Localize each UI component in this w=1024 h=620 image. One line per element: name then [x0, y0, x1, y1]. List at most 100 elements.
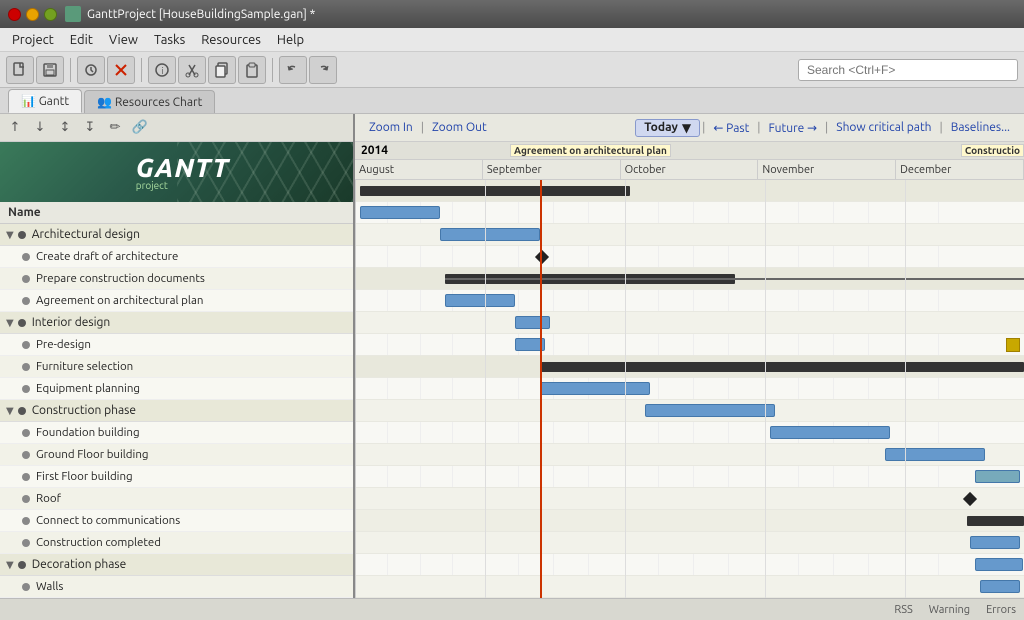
window-title: GanttProject [HouseBuildingSample.gan] *	[87, 8, 315, 21]
task-first-floor[interactable]: First Floor building	[0, 466, 353, 488]
item-bullet	[22, 341, 30, 349]
grid-line	[355, 180, 356, 598]
expand-icon[interactable]: ▼	[6, 405, 14, 417]
search-input[interactable]	[798, 59, 1018, 81]
edit-button[interactable]: ✏	[104, 117, 126, 139]
move-down-button[interactable]: ↓	[29, 117, 51, 139]
menu-help[interactable]: Help	[269, 31, 312, 49]
baselines-button[interactable]: Baselines...	[945, 121, 1016, 134]
group-construction[interactable]: ▼ Construction phase	[0, 400, 353, 422]
outdent-button[interactable]: ↧	[79, 117, 101, 139]
gantt-row-construction-completed	[355, 488, 1024, 510]
gantt-row-equipment	[355, 334, 1024, 356]
status-warning: Warning	[929, 604, 970, 616]
expand-icon[interactable]: ▼	[6, 229, 14, 241]
task-furniture-sel[interactable]: Furniture selection	[0, 356, 353, 378]
logo-area: GANTT project	[0, 142, 353, 202]
task-ground-floor[interactable]: Ground Floor building	[0, 444, 353, 466]
menu-resources[interactable]: Resources	[193, 31, 269, 49]
gantt-bar-roof	[885, 448, 985, 461]
group-label: Interior design	[32, 316, 111, 329]
info-button[interactable]: i	[148, 56, 176, 84]
link-button[interactable]: 🔗	[129, 117, 151, 139]
future-button[interactable]: Future →	[763, 121, 824, 135]
task-label: Foundation building	[36, 426, 140, 439]
paste-button[interactable]	[238, 56, 266, 84]
gantt-row-group-decoration	[355, 510, 1024, 532]
task-label: Walls	[36, 580, 63, 593]
gantt-bar-arch-group	[360, 186, 630, 196]
task-predesign[interactable]: Pre-design	[0, 334, 353, 356]
gantt-bar-first-floor	[770, 426, 890, 439]
gantt-panel: Zoom In | Zoom Out Today ▼ | ← Past | Fu…	[355, 114, 1024, 598]
gantt-row-communications	[355, 466, 1024, 488]
toolbar-sep: |	[419, 121, 426, 134]
save-button[interactable]	[36, 56, 64, 84]
task-equipment[interactable]: Equipment planning	[0, 378, 353, 400]
svg-text:i: i	[162, 66, 164, 76]
item-bullet	[22, 297, 30, 305]
undo-button[interactable]	[279, 56, 307, 84]
left-panel: ↑ ↓ ↕ ↧ ✏ 🔗 GANTT project Name ▼	[0, 114, 355, 598]
status-errors: Errors	[986, 604, 1016, 616]
menu-view[interactable]: View	[101, 31, 146, 49]
month-november: November	[758, 160, 896, 179]
close-button[interactable]	[8, 8, 21, 21]
maximize-button[interactable]	[44, 8, 57, 21]
gantt-row-group-construction	[355, 356, 1024, 378]
minimize-button[interactable]	[26, 8, 39, 21]
gantt-row-family	[355, 576, 1024, 598]
undo-recent-button[interactable]	[77, 56, 105, 84]
task-construction-completed[interactable]: Construction completed	[0, 532, 353, 554]
critical-path-button[interactable]: Show critical path	[830, 121, 937, 134]
task-create-draft[interactable]: Create draft of architecture	[0, 246, 353, 268]
cut-button[interactable]	[178, 56, 206, 84]
move-up-button[interactable]: ↑	[4, 117, 26, 139]
gantt-bar-furniture	[975, 558, 1023, 571]
menu-edit[interactable]: Edit	[62, 31, 101, 49]
zoom-in-button[interactable]: Zoom In	[363, 121, 419, 134]
indent-button[interactable]: ↕	[54, 117, 76, 139]
gantt-bar-family	[980, 580, 1020, 593]
gantt-bar-predesign	[445, 294, 515, 307]
month-october: October	[621, 160, 759, 179]
gantt-bar-communications2	[975, 470, 1020, 483]
titlebar: GanttProject [HouseBuildingSample.gan] *	[0, 0, 1024, 28]
item-bullet	[22, 517, 30, 525]
expand-icon[interactable]: ▼	[6, 559, 14, 571]
tab-resources[interactable]: 👥 Resources Chart	[84, 90, 215, 113]
gantt-interior-line	[445, 278, 1024, 280]
task-roof[interactable]: Roof	[0, 488, 353, 510]
logo-text: GANTT	[136, 153, 230, 182]
group-decoration[interactable]: ▼ Decoration phase	[0, 554, 353, 576]
task-label: Agreement on architectural plan	[36, 294, 203, 307]
today-button[interactable]: Today ▼	[635, 119, 700, 137]
new-button[interactable]	[6, 56, 34, 84]
grid-line	[765, 180, 766, 598]
tab-gantt[interactable]: 📊 Gantt	[8, 89, 82, 113]
menu-tasks[interactable]: Tasks	[146, 31, 193, 49]
tabs: 📊 Gantt 👥 Resources Chart	[0, 88, 1024, 114]
task-walls[interactable]: Walls	[0, 576, 353, 598]
menu-project[interactable]: Project	[4, 31, 62, 49]
task-foundation[interactable]: Foundation building	[0, 422, 353, 444]
status-rss: RSS	[894, 604, 912, 616]
group-interior[interactable]: ▼ Interior design	[0, 312, 353, 334]
gantt-bar-construction-group	[540, 362, 1024, 372]
group-architectural[interactable]: ▼ Architectural design	[0, 224, 353, 246]
task-prepare-docs[interactable]: Prepare construction documents	[0, 268, 353, 290]
expand-icon[interactable]: ▼	[6, 317, 14, 329]
gantt-bar-walls	[970, 536, 1020, 549]
task-label: First Floor building	[36, 470, 133, 483]
zoom-out-button[interactable]: Zoom Out	[426, 121, 493, 134]
task-label: Ground Floor building	[36, 448, 149, 461]
task-tree[interactable]: ▼ Architectural design Create draft of a…	[0, 224, 353, 598]
delete-button[interactable]	[107, 56, 135, 84]
task-agreement[interactable]: Agreement on architectural plan	[0, 290, 353, 312]
tab-resources-icon: 👥	[97, 96, 115, 109]
past-button[interactable]: ← Past	[707, 121, 755, 135]
tab-gantt-icon: 📊	[21, 95, 39, 108]
task-communications[interactable]: Connect to communications	[0, 510, 353, 532]
copy-button[interactable]	[208, 56, 236, 84]
redo-button[interactable]	[309, 56, 337, 84]
